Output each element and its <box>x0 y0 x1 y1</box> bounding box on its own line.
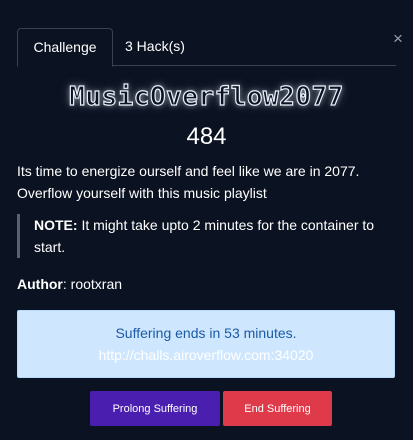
instance-info-box: Suffering ends in 53 minutes. http://cha… <box>17 310 395 378</box>
note-text: It might take upto 2 minutes for the con… <box>34 217 375 255</box>
note-label: NOTE: <box>34 217 78 233</box>
challenge-description: Its time to energize ourself and feel li… <box>17 160 396 204</box>
author-line: Author: rootxran <box>17 276 122 292</box>
tab-bar: Challenge 3 Hack(s) <box>17 28 396 67</box>
challenge-title: MusicOverflow2077 <box>69 81 344 112</box>
end-button[interactable]: End Suffering <box>223 391 332 426</box>
author-name: : rootxran <box>62 276 123 292</box>
challenge-points: 484 <box>186 123 227 150</box>
author-label: Author <box>17 276 63 292</box>
instance-status: Suffering ends in 53 minutes. <box>115 325 297 341</box>
description-line: Its time to energize ourself and feel li… <box>17 163 360 179</box>
close-icon[interactable]: × <box>391 30 405 47</box>
note-block: NOTE: It might take upto 2 minutes for t… <box>17 214 396 258</box>
challenge-modal: Challenge 3 Hack(s) × MusicOverflow2077 … <box>0 0 413 440</box>
tab-challenge[interactable]: Challenge <box>17 28 113 67</box>
instance-url-link[interactable]: http://challs.airoverflow.com:34020 <box>99 347 314 363</box>
prolong-button[interactable]: Prolong Suffering <box>90 391 220 426</box>
description-line: Overflow yourself with this music playli… <box>17 185 267 201</box>
tab-hacks[interactable]: 3 Hack(s) <box>125 28 185 64</box>
